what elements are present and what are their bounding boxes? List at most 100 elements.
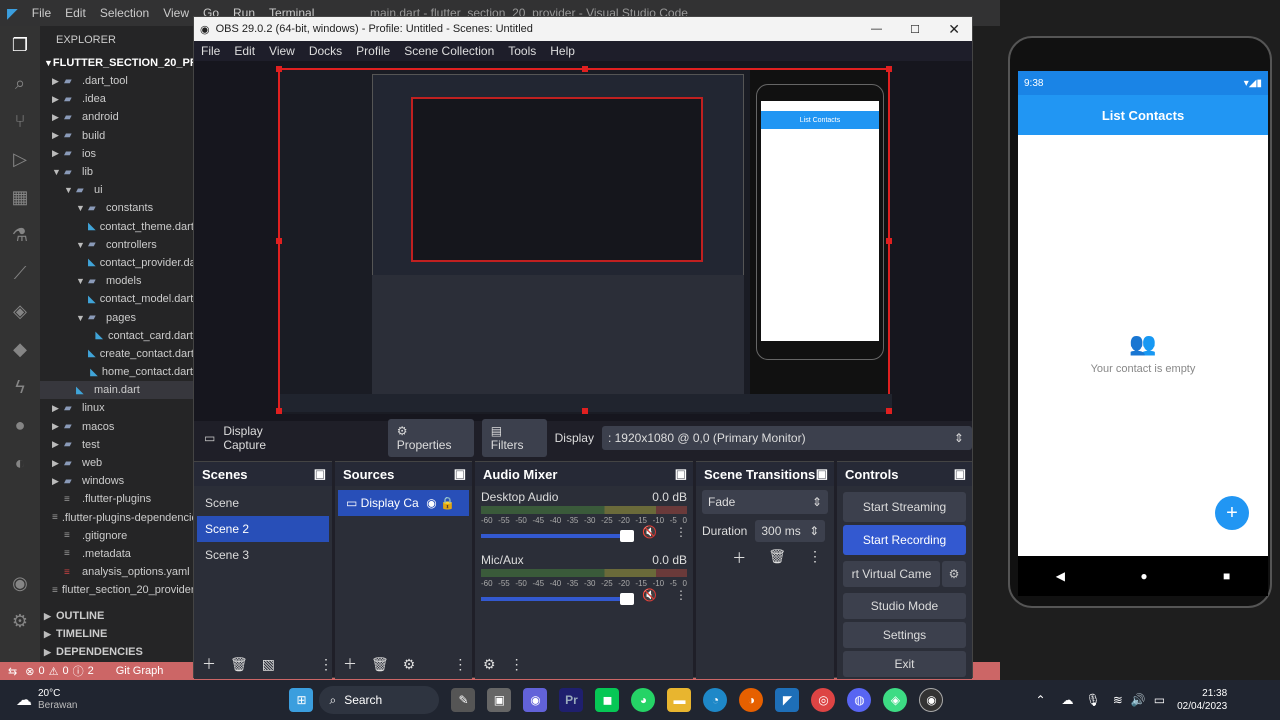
tree-folder[interactable]: ▶ ▰ test (40, 436, 193, 454)
obs-menu-profile[interactable]: Profile (349, 44, 397, 58)
duration-spinner[interactable]: 300 ms ⇕ (755, 520, 826, 542)
properties-button[interactable]: ⚙ Properties (387, 419, 474, 457)
obs-menu-scene-collection[interactable]: Scene Collection (397, 44, 501, 58)
resize-handle-tl[interactable] (276, 66, 282, 72)
settings-gear-icon[interactable]: ⚙ (0, 602, 40, 640)
obs-menu-tools[interactable]: Tools (501, 44, 543, 58)
transition-select[interactable]: Fade ⇕ (702, 490, 828, 514)
docker-icon[interactable]: ◈ (0, 292, 40, 330)
gear-icon[interactable]: ⚙ (403, 656, 416, 673)
explorer-icon[interactable]: ❐ (0, 26, 40, 64)
source-item[interactable]: ▭ Display Ca ◉ 🔒 (338, 490, 469, 516)
tree-file[interactable]: ≡flutter_section_20_provider.iml (40, 581, 193, 599)
timeline-section[interactable]: ▶ TIMELINE (40, 625, 193, 643)
studio-mode-button[interactable]: Studio Mode (843, 593, 966, 619)
settings-button[interactable]: Settings (843, 622, 966, 648)
scene-item[interactable]: Scene (197, 490, 329, 516)
vscode-menu-edit[interactable]: Edit (58, 6, 93, 20)
tree-file[interactable]: ≡ .flutter-plugins-dependencies (40, 509, 193, 527)
outline-section[interactable]: ▶ OUTLINE (40, 607, 193, 625)
tree-folder[interactable]: ▼ ▰ ui (40, 181, 193, 199)
error-count[interactable]: 0 (38, 665, 44, 677)
discord-icon[interactable]: ◍ (847, 688, 872, 712)
add-icon[interactable]: ＋ (343, 654, 357, 674)
volume-slider[interactable] (481, 593, 635, 605)
onedrive-icon[interactable]: ☁ (1062, 693, 1074, 707)
vscode-menu-view[interactable]: View (156, 6, 196, 20)
line-icon[interactable]: ◼ (595, 688, 620, 712)
search-icon[interactable]: ⌕ (0, 64, 40, 102)
android-studio-icon[interactable]: ◈ (883, 688, 908, 712)
resize-handle-tr[interactable] (886, 66, 892, 72)
resize-handle-b[interactable] (582, 408, 588, 414)
obs-menu-view[interactable]: View (262, 44, 302, 58)
git-graph-status[interactable]: Git Graph (116, 665, 164, 677)
tree-file[interactable]: ◣ contact_card.dart (40, 327, 193, 345)
teams-icon[interactable]: ◉ (523, 688, 548, 712)
tree-file[interactable]: ◣ contact_theme.dart (40, 218, 193, 236)
close-icon[interactable]: ✕ (948, 21, 960, 38)
thunder-icon[interactable]: ϟ (0, 368, 40, 406)
obs-menu-edit[interactable]: Edit (227, 44, 262, 58)
kebab-icon[interactable]: ⋮ (675, 525, 687, 539)
kebab-icon[interactable]: ⋮ (453, 656, 467, 673)
wifi-icon[interactable]: ≋ (1113, 693, 1123, 707)
tree-folder[interactable]: ▼ ▰ pages (40, 308, 193, 326)
scene-item-selected[interactable]: Scene 2 (197, 516, 329, 542)
start-virtual-camera-button[interactable]: rt Virtual Camе (843, 561, 940, 587)
firefox-icon[interactable]: ◑ (739, 688, 764, 712)
tree-folder[interactable]: ▶ ▰ windows (40, 472, 193, 490)
tree-file[interactable]: ◣ main.dart (40, 381, 193, 400)
resize-handle-bl[interactable] (276, 408, 282, 414)
github-icon[interactable]: ● (0, 406, 40, 444)
eye-icon[interactable]: ◉ 🔒 (426, 496, 455, 510)
capture-selection[interactable]: List Contacts (276, 66, 892, 414)
warning-count[interactable]: 0 (62, 665, 68, 677)
edge-icon[interactable]: ◔ (703, 688, 728, 712)
tree-folder[interactable]: ▶ ▰ android (40, 108, 193, 126)
extensions-icon[interactable]: ▦ (0, 178, 40, 216)
undock-icon[interactable]: ▣ (816, 466, 828, 482)
tree-file[interactable]: ≡ analysis_options.yaml (40, 563, 193, 581)
lock-icon[interactable]: 🔒 (440, 496, 455, 510)
exit-button[interactable]: Exit (843, 651, 966, 677)
tree-folder[interactable]: ▶ ▰ linux (40, 399, 193, 417)
obs-preview[interactable]: List Contacts (194, 61, 972, 421)
tree-file[interactable]: ◣ home_contact.dart (40, 363, 193, 381)
widget-app-icon[interactable]: ✎ (451, 688, 476, 712)
mixer-gear-icon[interactable]: ⚙ (483, 656, 496, 673)
recents-icon[interactable]: ■ (1223, 569, 1230, 583)
whatsapp-icon[interactable]: ◕ (631, 688, 656, 712)
tree-folder[interactable]: ▼ ▰ models (40, 272, 193, 290)
trash-icon[interactable]: 🗑 (230, 656, 248, 673)
kebab-icon[interactable]: ⋮ (808, 548, 822, 568)
dependencies-section[interactable]: ▶ DEPENDENCIES (40, 643, 193, 661)
tree-folder[interactable]: ▶ ▰ build (40, 127, 193, 145)
remote-icon[interactable]: ⟋ (0, 254, 40, 292)
tree-folder[interactable]: ▶ ▰ web (40, 454, 193, 472)
resize-handle-l[interactable] (276, 238, 282, 244)
display-select[interactable]: : 1920x1080 @ 0,0 (Primary Monitor) ⇕ (601, 426, 972, 450)
tree-file[interactable]: ◣ contact_provider.dart (40, 254, 193, 272)
tree-folder[interactable]: ▶ ▰ ios (40, 145, 193, 163)
chrome-icon[interactable]: ◎ (811, 688, 836, 712)
kebab-icon[interactable]: ⋮ (675, 588, 687, 602)
undock-icon[interactable]: ▣ (454, 466, 466, 482)
tree-folder[interactable]: ▶ ▰ .dart_tool (40, 72, 193, 90)
start-icon[interactable]: ⊞ (289, 688, 314, 712)
trash-icon[interactable]: 🗑 (371, 656, 389, 673)
kebab-icon[interactable]: ⋮ (319, 656, 333, 673)
obs-menu-help[interactable]: Help (543, 44, 582, 58)
filters-button[interactable]: ▤ Filters (481, 419, 547, 457)
filter-icon[interactable]: ▧ (262, 656, 275, 673)
minimize-icon[interactable]: — (871, 23, 882, 35)
testing-icon[interactable]: ⚗ (0, 216, 40, 254)
add-icon[interactable]: ＋ (202, 654, 216, 674)
slider-knob[interactable] (620, 530, 635, 542)
premiere-icon[interactable]: Pr (559, 688, 584, 712)
vscode-menu-selection[interactable]: Selection (93, 6, 156, 20)
obs-menu-file[interactable]: File (194, 44, 227, 58)
python-icon[interactable]: ◆ (0, 330, 40, 368)
account-icon[interactable]: ◉ (0, 564, 40, 602)
weather-widget[interactable]: 20°C Berawan (38, 688, 77, 712)
